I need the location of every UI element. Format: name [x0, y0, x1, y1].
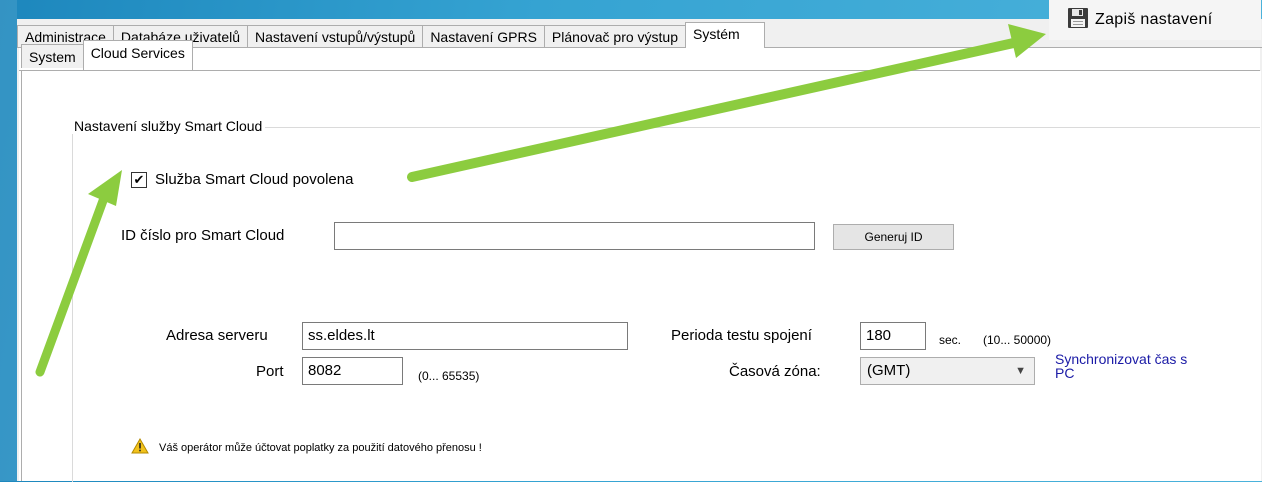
sub-tabbar: System Cloud Services — [21, 40, 193, 70]
server-address-field[interactable]: ss.eldes.lt — [302, 322, 628, 350]
subtab-system[interactable]: System — [21, 44, 84, 68]
period-unit: sec. — [939, 333, 962, 347]
tab-page-system: System Cloud Services Nastavení služby S… — [19, 40, 1261, 482]
connection-test-period-label: Perioda testu spojení — [671, 327, 812, 344]
smart-cloud-id-field[interactable] — [334, 222, 815, 250]
save-settings-button[interactable]: Zapiš nastavení — [1049, 0, 1261, 40]
save-settings-label: Zapiš nastavení — [1095, 11, 1213, 28]
tab-nastaveni-vstupu-vystupu[interactable]: Nastavení vstupů/výstupů — [247, 25, 424, 47]
generate-id-button[interactable]: Generuj ID — [833, 224, 954, 250]
sync-time-link[interactable]: Synchronizovat čas s PC — [1055, 352, 1187, 380]
timezone-select[interactable]: (GMT) ▼ — [860, 357, 1035, 385]
port-range-hint: (0... 65535) — [418, 369, 480, 383]
port-field[interactable]: 8082 — [302, 357, 403, 385]
warning-icon — [131, 437, 149, 457]
chevron-down-icon: ▼ — [1015, 365, 1026, 377]
connection-test-period-field[interactable]: 180 — [860, 322, 926, 350]
floppy-disk-icon — [1067, 7, 1089, 34]
sync-time-link-line1: Synchronizovat čas s — [1055, 351, 1188, 367]
subtab-cloud-services[interactable]: Cloud Services — [82, 40, 193, 70]
background-stripe — [0, 0, 17, 481]
server-address-label: Adresa serveru — [166, 327, 268, 344]
tab-system[interactable]: Systém — [685, 22, 765, 48]
smart-cloud-group: Nastavení služby Smart Cloud ✔ Služba Sm… — [71, 118, 1260, 482]
timezone-label: Časová zóna: — [729, 363, 821, 380]
port-label: Port — [256, 363, 284, 380]
smart-cloud-enable-label: Služba Smart Cloud povolena — [155, 171, 354, 188]
timezone-value: (GMT) — [867, 362, 911, 379]
tab-planovac-pro-vystup[interactable]: Plánovač pro výstup — [543, 25, 686, 47]
smart-cloud-enable-checkbox[interactable]: ✔ — [131, 171, 147, 188]
warning-text: Váš operátor může účtovat poplatky za po… — [159, 441, 482, 454]
data-charge-warning: Váš operátor může účtovat poplatky za po… — [131, 437, 482, 457]
app-window: Administrace Databáze uživatelů Nastaven… — [17, 0, 1262, 482]
cloud-services-panel: Nastavení služby Smart Cloud ✔ Služba Sm… — [21, 71, 1261, 482]
period-range-hint: (10... 50000) — [983, 333, 1052, 347]
group-title: Nastavení služby Smart Cloud — [71, 118, 266, 134]
id-label: ID číslo pro Smart Cloud — [121, 227, 285, 244]
tab-nastaveni-gprs[interactable]: Nastavení GPRS — [422, 25, 545, 47]
smart-cloud-enable-row[interactable]: ✔ Služba Smart Cloud povolena — [131, 171, 353, 188]
checkmark-icon: ✔ — [133, 172, 145, 187]
sync-time-link-line2: PC — [1055, 365, 1075, 381]
